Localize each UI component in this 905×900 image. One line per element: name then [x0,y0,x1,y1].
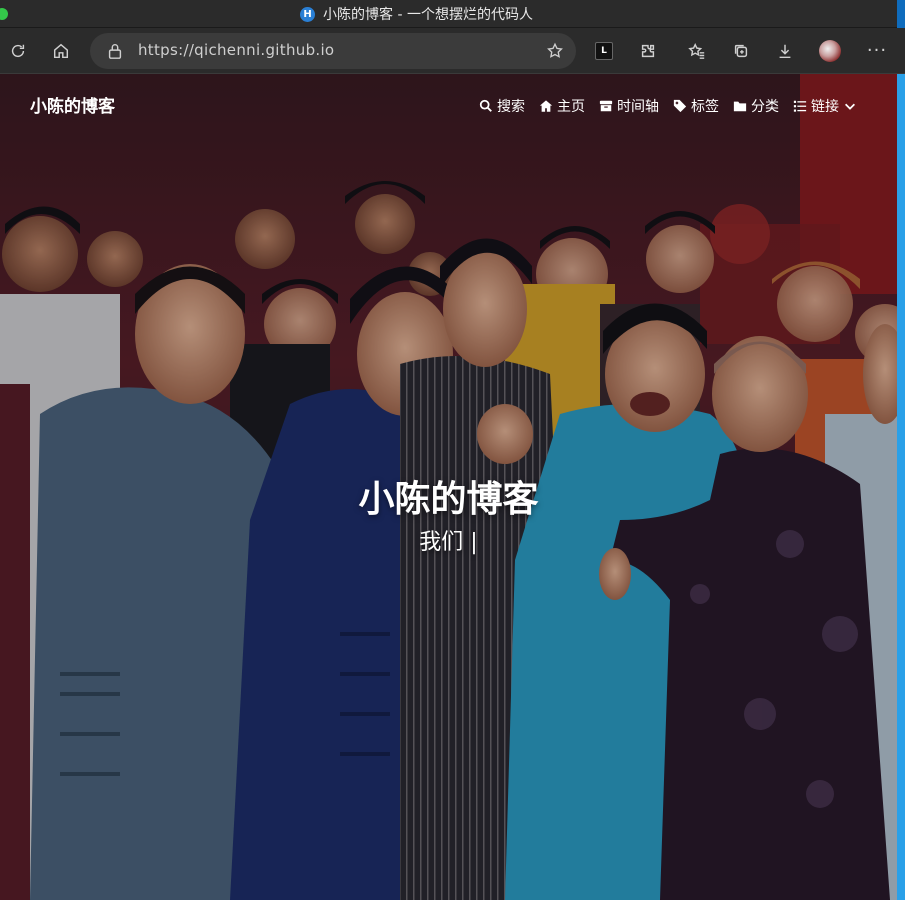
puzzle-icon [641,44,655,58]
window-titlebar: H 小陈的博客 - 一个想摆烂的代码人 [0,0,905,28]
settings-menu-button[interactable]: ··· [861,35,893,67]
favorites-button[interactable] [681,35,713,67]
nav-item-links[interactable]: 链接 [793,96,857,116]
extension-button[interactable]: L [588,35,620,67]
downloads-button[interactable] [769,35,801,67]
archive-icon [599,100,613,112]
extensions-button[interactable] [632,35,664,67]
nav-menu: 搜索 主页 时间轴 标签 分类 链接 [479,96,857,116]
scrollbar[interactable] [897,74,905,900]
window-maximize-button[interactable] [0,8,8,20]
search-icon [479,99,492,112]
download-icon [779,44,791,59]
nav-label: 链接 [811,99,839,115]
refresh-button[interactable] [2,35,34,67]
nav-label: 搜索 [497,99,525,115]
hero-title: 小陈的博客 [358,479,539,520]
collections-button[interactable] [725,35,757,67]
nav-item-tags[interactable]: 标签 [673,96,719,116]
list-icon [793,100,807,112]
avatar [819,40,841,62]
home-icon [53,43,69,59]
nav-item-home[interactable]: 主页 [539,96,585,116]
home-icon [539,100,553,112]
window-edge [897,0,905,28]
extension-icon: L [595,42,613,60]
nav-label: 主页 [557,99,585,115]
nav-item-categories[interactable]: 分类 [733,96,779,116]
web-page: 小陈的博客 搜索 主页 时间轴 标签 分类 链接 小陈的博客 我们 | [0,74,897,900]
tab-title: 小陈的博客 - 一个想摆烂的代码人 [323,7,533,23]
site-brand[interactable]: 小陈的博客 [30,92,115,117]
favorites-icon [688,43,705,59]
lock-icon[interactable] [106,42,124,60]
nav-item-timeline[interactable]: 时间轴 [599,96,659,116]
nav-label: 分类 [751,99,779,115]
nav-label: 时间轴 [617,99,659,115]
chevron-down-icon [845,103,855,110]
refresh-icon [11,44,25,58]
tag-icon [673,99,687,113]
nav-label: 标签 [691,99,719,115]
browser-tab[interactable]: H 小陈的博客 - 一个想摆烂的代码人 [300,4,533,24]
home-button[interactable] [45,35,77,67]
browser-toolbar: https://qichenni.github.io L ··· [0,28,905,74]
folder-icon [733,101,747,112]
profile-button[interactable] [814,35,846,67]
collections-icon [734,44,748,58]
url-text[interactable]: https://qichenni.github.io [138,41,334,59]
more-icon: ··· [866,40,888,61]
nav-item-search[interactable]: 搜索 [479,96,525,116]
hero-subtitle: 我们 | [419,530,478,555]
site-favicon: H [300,6,315,22]
favorite-add-icon[interactable] [546,42,564,60]
site-navbar: 小陈的博客 搜索 主页 时间轴 标签 分类 链接 [0,74,897,136]
address-bar[interactable]: https://qichenni.github.io [90,33,576,69]
